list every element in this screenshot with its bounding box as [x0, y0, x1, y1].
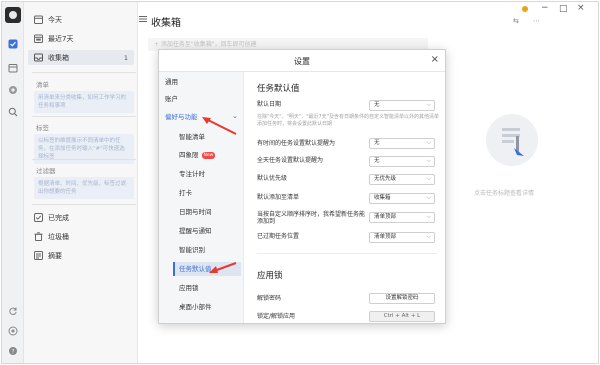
setting-label: 全天任务设置默认提醒为 — [257, 157, 324, 164]
nav-item-preferences[interactable]: 偏好与功能 — [165, 110, 198, 124]
annotation-arrow-icon — [202, 117, 237, 135]
subnav-smart-recognition[interactable]: 智能识别 — [173, 243, 241, 257]
divider — [32, 204, 136, 205]
setting-label: 已过期任务位置 — [257, 233, 300, 240]
section-heading-app-lock: 应用锁 — [257, 271, 283, 281]
section-lists-title[interactable]: 清单 — [36, 79, 49, 89]
setting-label: 默认优先级 — [257, 175, 288, 182]
section-filters-tip: 根据清单、时间、优先级、标签过滤出你想要的任务 — [34, 177, 134, 199]
default-date-select[interactable]: 无 — [369, 100, 435, 111]
week-icon — [34, 34, 43, 43]
new-task-position-select[interactable]: 清单顶部 — [369, 212, 435, 223]
section-heading-task-defaults: 任务默认值 — [257, 84, 300, 94]
subnav-focus-timer[interactable]: 专注计时 — [173, 167, 241, 181]
sidebar-item-label: 最近7天 — [48, 34, 74, 43]
set-password-button[interactable]: 设置解锁密码 — [369, 293, 435, 304]
nav-item-account[interactable]: 账户 — [165, 92, 178, 106]
setting-label: 解锁密码 — [257, 295, 282, 302]
inbox-icon — [34, 53, 43, 62]
sidebar-item-inbox[interactable]: 收集箱 1 — [28, 50, 134, 65]
setting-row: 当按自定义顺序排序时，我希望新任务能添加到 — [257, 210, 367, 226]
trash-icon — [34, 232, 43, 241]
divider — [32, 72, 136, 73]
left-rail: ? — [2, 2, 24, 363]
subnav-reminders[interactable]: 提醒与通知 — [173, 224, 241, 238]
section-tags-title[interactable]: 标签 — [36, 122, 49, 132]
settings-dialog: 设置 × 通用 账户 偏好与功能 ⌄ 智能清单 四象限 New 专注计时 打卡 日… — [158, 49, 446, 324]
window-close-icon[interactable]: × — [577, 3, 585, 13]
summary-icon — [34, 251, 43, 260]
subnav-eisenhower[interactable]: 四象限 New — [173, 148, 241, 162]
today-icon — [34, 15, 43, 24]
help-icon[interactable]: ? — [7, 345, 19, 357]
sidebar-item-label: 收集箱 — [48, 53, 69, 62]
avatar[interactable] — [5, 7, 21, 23]
sidebar-item-label: 摘要 — [48, 251, 62, 260]
setting-label: 默认日期 — [257, 101, 282, 108]
subnav-date-time[interactable]: 日期与时间 — [173, 205, 241, 219]
section-lists-tip: 用清单来分类收集，如何工作学习的任务和事项 — [34, 91, 134, 113]
sort-icon[interactable]: ⇆ — [513, 17, 519, 25]
notification-icon[interactable] — [7, 325, 19, 337]
setting-label: 默认添加至清单 — [257, 194, 300, 201]
subnav-app-lock[interactable]: 应用锁 — [173, 281, 241, 295]
close-icon[interactable]: × — [431, 54, 439, 65]
subnav-desktop-widget[interactable]: 桌面小部件 — [173, 300, 241, 314]
sidebar-item-label: 已完成 — [48, 213, 69, 222]
sidebar-item-summary[interactable]: 摘要 — [28, 248, 134, 263]
divider — [32, 159, 136, 160]
sidebar-item-label: 今天 — [48, 15, 62, 24]
minimize-icon[interactable]: − — [541, 3, 549, 13]
new-badge: New — [201, 151, 216, 159]
sidebar-item-label: 垃圾桶 — [48, 232, 69, 241]
default-list-select[interactable]: 收集箱 — [369, 193, 435, 204]
sidebar-item-completed[interactable]: 已完成 — [28, 210, 134, 225]
divider — [32, 116, 136, 117]
sidebar-item-today[interactable]: 今天 — [28, 12, 134, 27]
more-icon[interactable]: ⋯ — [533, 17, 540, 25]
sidebar: 今天 最近7天 收集箱 1 清单 用清单来分类收集，如何工作学习的任务和事项 标… — [24, 2, 138, 363]
subnav-label: 四象限 — [179, 151, 199, 159]
annotation-arrow-icon — [209, 262, 237, 273]
sidebar-item-next7days[interactable]: 最近7天 — [28, 31, 134, 46]
settings-content: 任务默认值 默认日期 无 在除"今天"、"明天"、"最近7天"及含有日期条件的自… — [245, 72, 445, 323]
setting-label: 锁定/解锁应用 — [257, 313, 296, 320]
page-title: 收集箱 — [151, 18, 181, 29]
allday-reminder-select[interactable]: 无 — [369, 156, 435, 167]
section-filters-title[interactable]: 过滤器 — [36, 165, 56, 175]
sidebar-item-trash[interactable]: 垃圾桶 — [28, 229, 134, 244]
priority-select[interactable]: 无优先级 — [369, 174, 435, 185]
default-date-hint: 在除"今天"、"明天"、"最近7天"及含有日期条件的自定义智能清单以外的其他清单… — [257, 114, 439, 127]
maximize-icon[interactable]: □ — [559, 4, 568, 14]
sync-icon[interactable] — [7, 305, 19, 317]
search-icon[interactable] — [7, 106, 19, 118]
overdue-position-select[interactable]: 清单顶部 — [369, 232, 435, 243]
empty-state-illustration-icon — [486, 114, 538, 166]
setting-label: 有时间的任务设置默认提醒为 — [257, 140, 336, 147]
focus-icon[interactable] — [7, 84, 19, 96]
calendar-icon[interactable] — [7, 62, 19, 74]
empty-state-text: 点击任务标题查看详情 — [474, 190, 535, 197]
inbox-count: 1 — [123, 53, 128, 62]
subnav-habit[interactable]: 打卡 — [173, 186, 241, 200]
task-check-icon[interactable] — [7, 38, 19, 50]
svg-text:?: ? — [11, 348, 14, 355]
setting-label: 当按自定义顺序排序时，我希望新任务能添加到 — [257, 211, 366, 225]
app-window: ? 今天 最近7天 收集箱 1 清单 用清单来分类收集，如何工作学习的任务和事项… — [1, 1, 599, 364]
divider — [257, 253, 437, 254]
timed-reminder-select[interactable]: 无 — [369, 138, 435, 149]
lock-shortcut-button[interactable]: Ctrl + Alt + L — [369, 311, 435, 322]
pin-icon[interactable] — [521, 5, 529, 16]
check-icon — [34, 213, 43, 222]
settings-nav: 通用 账户 偏好与功能 ⌄ 智能清单 四象限 New 专注计时 打卡 日期与时间 … — [159, 72, 244, 323]
menu-icon[interactable] — [139, 15, 147, 25]
dialog-title: 设置 — [294, 57, 310, 66]
nav-item-general[interactable]: 通用 — [165, 75, 178, 89]
